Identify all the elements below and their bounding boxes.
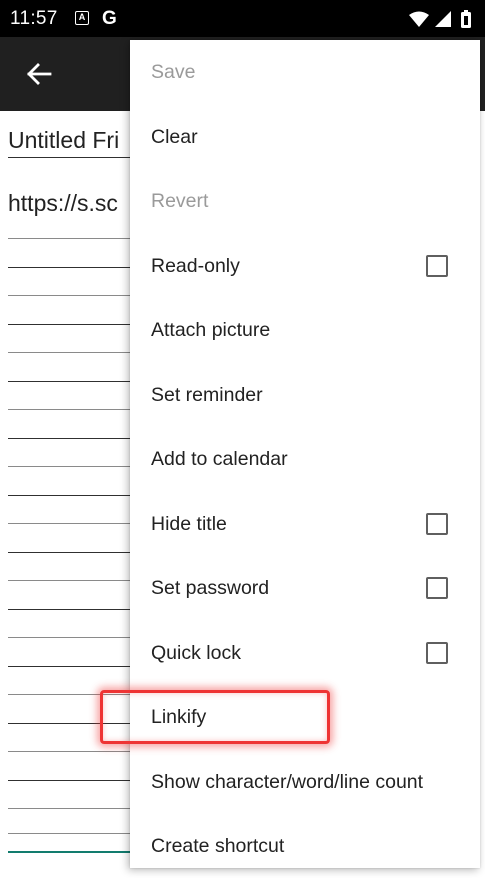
title-underline — [8, 157, 130, 158]
menu-item-save[interactable]: Save — [130, 40, 480, 104]
menu-item-label: Save — [151, 61, 196, 83]
menu-item-label: Set reminder — [151, 384, 263, 406]
overflow-menu: Save Clear Revert Read-only Attach pictu… — [130, 40, 480, 868]
ruled-line — [8, 751, 130, 752]
wifi-icon — [409, 11, 429, 27]
ruled-line — [8, 295, 130, 296]
status-bar: 11:57 A G — [0, 0, 485, 37]
ruled-line — [8, 466, 130, 467]
menu-item-label: Add to calendar — [151, 448, 288, 470]
google-g-icon: G — [102, 8, 117, 29]
system-icons — [407, 9, 477, 29]
ruled-line — [8, 833, 130, 834]
menu-item-clear[interactable]: Clear — [130, 105, 480, 169]
note-title[interactable]: Untitled Fri — [8, 127, 119, 154]
menu-item-label: Show character/word/line count — [151, 771, 424, 793]
menu-item-set-reminder[interactable]: Set reminder — [130, 363, 480, 427]
menu-item-add-to-calendar[interactable]: Add to calendar — [130, 427, 480, 491]
ruled-line — [8, 324, 130, 325]
menu-item-create-shortcut[interactable]: Create shortcut — [130, 814, 480, 878]
cursor-line — [8, 851, 130, 853]
ruled-line — [8, 580, 130, 581]
note-body[interactable]: https://s.sc — [8, 190, 118, 217]
ruled-line — [8, 267, 130, 268]
menu-item-read-only[interactable]: Read-only — [130, 234, 480, 298]
quick-lock-checkbox[interactable] — [426, 642, 448, 664]
ruled-line — [8, 609, 130, 610]
menu-item-label: Clear — [151, 126, 198, 148]
a-icon: A — [75, 11, 89, 25]
ruled-line — [8, 438, 130, 439]
menu-item-label: Revert — [151, 190, 209, 212]
menu-item-linkify[interactable]: Linkify — [130, 685, 480, 749]
ruled-line — [8, 495, 130, 496]
cell-signal-icon — [435, 11, 451, 27]
battery-icon — [461, 10, 471, 28]
menu-item-revert[interactable]: Revert — [130, 169, 480, 233]
ruled-line — [8, 637, 130, 638]
ruled-line — [8, 238, 130, 239]
ruled-line — [8, 552, 130, 553]
menu-item-label: Attach picture — [151, 319, 271, 341]
set-password-checkbox[interactable] — [426, 577, 448, 599]
ruled-line — [8, 381, 130, 382]
menu-item-label: Hide title — [151, 513, 227, 535]
ruled-line — [8, 409, 130, 410]
menu-item-label: Set password — [151, 577, 270, 599]
menu-item-label: Read-only — [151, 255, 240, 277]
menu-item-label: Quick lock — [151, 642, 241, 664]
ruled-line — [8, 780, 130, 781]
ruled-line — [8, 694, 130, 695]
ruled-line — [8, 523, 130, 524]
ruled-line — [8, 666, 130, 667]
menu-item-set-password[interactable]: Set password — [130, 556, 480, 620]
menu-item-attach-picture[interactable]: Attach picture — [130, 298, 480, 362]
menu-item-hide-title[interactable]: Hide title — [130, 492, 480, 556]
menu-item-label: Create shortcut — [151, 835, 285, 857]
read-only-checkbox[interactable] — [426, 255, 448, 277]
arrow-back-icon[interactable] — [24, 59, 54, 89]
ruled-line — [8, 723, 130, 724]
menu-item-quick-lock[interactable]: Quick lock — [130, 621, 480, 685]
menu-item-show-count[interactable]: Show character/word/line count — [130, 750, 480, 814]
ruled-line — [8, 808, 130, 809]
ruled-line — [8, 352, 130, 353]
menu-item-label: Linkify — [151, 706, 207, 728]
status-time: 11:57 — [10, 8, 58, 29]
hide-title-checkbox[interactable] — [426, 513, 448, 535]
